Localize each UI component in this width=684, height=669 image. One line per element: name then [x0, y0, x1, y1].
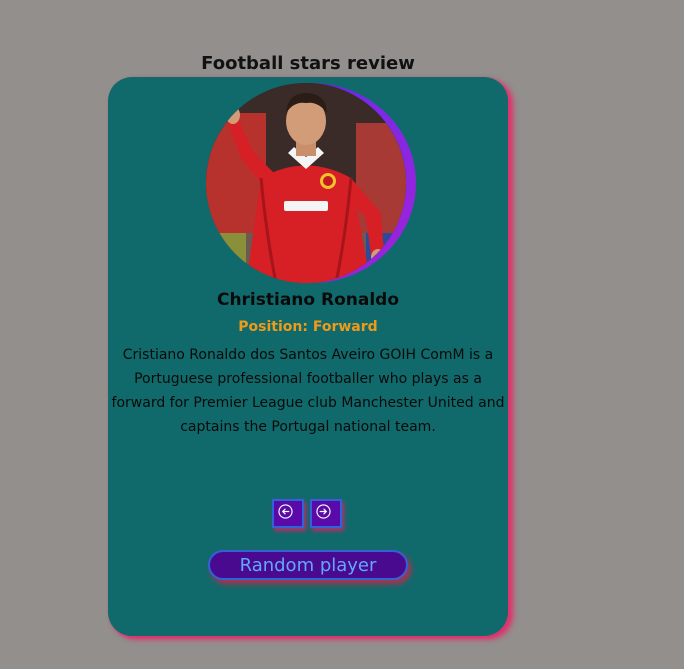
player-name: Christiano Ronaldo — [216, 290, 400, 310]
arrow-right-circle-icon — [316, 504, 331, 519]
player-bio: Cristiano Ronaldo dos Santos Aveiro GOIH… — [111, 347, 505, 435]
player-position: Position: Forward — [238, 319, 378, 335]
next-player-button[interactable] — [310, 499, 342, 528]
avatar-ring — [206, 83, 416, 283]
player-photo — [206, 83, 406, 283]
page-title: Football stars review — [201, 53, 415, 74]
arrow-left-circle-icon — [278, 504, 293, 519]
random-player-button[interactable]: Random player — [208, 550, 408, 580]
player-card: Christiano Ronaldo Position: Forward Cri… — [108, 77, 508, 636]
previous-player-button[interactable] — [272, 499, 304, 528]
